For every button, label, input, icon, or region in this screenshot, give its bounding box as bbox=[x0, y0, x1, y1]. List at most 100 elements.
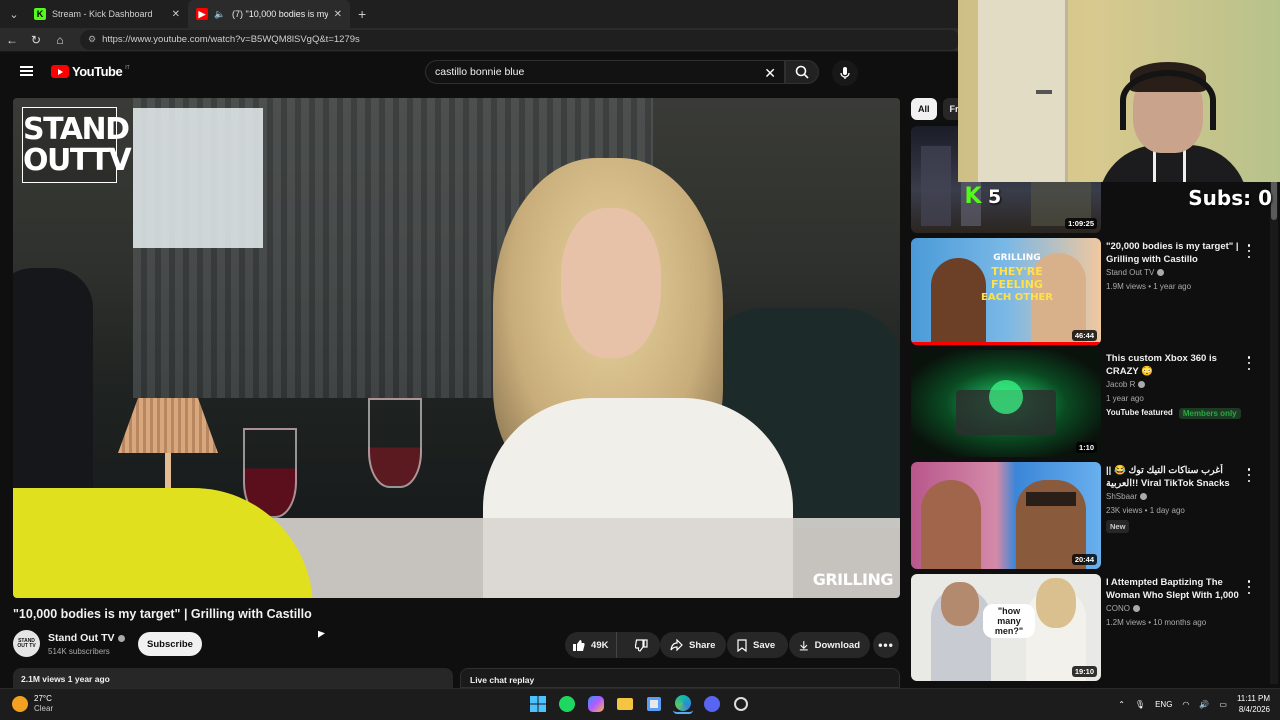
microphone-icon[interactable]: 🎙 bbox=[1135, 700, 1145, 709]
thumbs-down-icon bbox=[634, 638, 648, 652]
share-button[interactable]: Share bbox=[660, 632, 726, 658]
site-info-icon[interactable]: ⚙ bbox=[88, 34, 96, 45]
store-icon[interactable] bbox=[644, 694, 664, 714]
recommendation-title[interactable]: "20,000 bodies is my target" | Grilling … bbox=[1106, 240, 1244, 266]
recommendation-title[interactable]: || 😂 أغرب سناكات التيك توك العربية!! Vir… bbox=[1106, 464, 1244, 490]
duration-badge: 46:44 bbox=[1071, 330, 1097, 341]
close-tab-icon[interactable]: ✕ bbox=[172, 9, 180, 20]
duration-badge: 1:10 bbox=[1075, 442, 1097, 453]
more-options-icon[interactable] bbox=[1247, 244, 1251, 258]
chevron-up-icon[interactable]: ⌃ bbox=[1118, 700, 1125, 709]
home-icon[interactable]: ⌂ bbox=[48, 33, 72, 47]
recommendation-item[interactable]: GRILLING THEY'RE FEELING EACH OTHER 46:4… bbox=[911, 238, 1271, 346]
weather-widget[interactable]: 27°C Clear bbox=[12, 694, 53, 714]
description-box[interactable]: 2.1M views 1 year ago bbox=[13, 668, 453, 688]
hoodie-stripe bbox=[1153, 150, 1156, 182]
featured-label: YouTube featured bbox=[1106, 408, 1173, 417]
reload-icon[interactable]: ↻ bbox=[24, 33, 48, 47]
new-tab-icon[interactable]: + bbox=[358, 6, 366, 22]
subscriber-counter: Subs: 0 bbox=[1188, 186, 1272, 210]
app-icon[interactable] bbox=[731, 694, 751, 714]
battery-icon[interactable]: ▭ bbox=[1219, 700, 1227, 709]
weather-condition: Clear bbox=[34, 704, 54, 713]
voice-search-button[interactable] bbox=[832, 60, 858, 86]
thumbnail-text: FEELING bbox=[991, 278, 1043, 291]
tab-youtube-video[interactable]: ▶ 🔈 (7) "10,000 bodies is my target" | G… bbox=[188, 0, 350, 28]
clear-search-icon[interactable]: ✕ bbox=[764, 65, 776, 82]
taskbar-clock[interactable]: 11:11 PM 8/4/2026 bbox=[1237, 693, 1270, 715]
thumbnail-text: EACH OTHER bbox=[981, 292, 1053, 303]
discord-icon[interactable] bbox=[702, 694, 722, 714]
subscribe-button[interactable]: Subscribe bbox=[138, 632, 202, 656]
recommendation-item[interactable]: "how many men?" 19:10 I Attempted Baptiz… bbox=[911, 574, 1271, 682]
menu-icon[interactable] bbox=[20, 66, 33, 76]
youtube-logo[interactable]: YouTube IT bbox=[51, 64, 130, 79]
edge-browser-icon[interactable] bbox=[673, 694, 693, 714]
url-field[interactable]: ⚙ https://www.youtube.com/watch?v=B5WQM8… bbox=[80, 29, 960, 50]
recommendation-channel[interactable]: ShSbaar bbox=[1106, 492, 1148, 501]
channel-text: Jacob R bbox=[1106, 380, 1136, 389]
more-options-icon[interactable] bbox=[1247, 580, 1251, 594]
video-thumbnail[interactable]: 1:10 bbox=[911, 350, 1101, 457]
live-chat-replay-panel[interactable]: Live chat replay bbox=[460, 668, 900, 688]
search-button[interactable] bbox=[785, 60, 819, 84]
save-button[interactable]: Save bbox=[727, 632, 788, 658]
close-tab-icon[interactable]: ✕ bbox=[334, 9, 342, 20]
channel-name[interactable]: Stand Out TV bbox=[48, 632, 125, 644]
new-badge: New bbox=[1106, 520, 1130, 533]
channel-name-text: Stand Out TV bbox=[48, 632, 115, 644]
dislike-button[interactable] bbox=[623, 632, 660, 658]
channel-avatar[interactable]: STAND OUT TV bbox=[13, 630, 40, 657]
back-icon[interactable]: ← bbox=[0, 33, 24, 47]
show-logo-bug: GRILLING bbox=[812, 570, 894, 589]
tab-kick-dashboard[interactable]: K Stream - Kick Dashboard ✕ bbox=[26, 0, 188, 28]
speaker-icon[interactable]: 🔈 bbox=[214, 8, 226, 20]
more-actions-button[interactable]: ••• bbox=[873, 632, 899, 658]
spotify-icon[interactable] bbox=[557, 694, 577, 714]
recommendation-item[interactable]: 1:10 This custom Xbox 360 is CRAZY 😳 Jac… bbox=[911, 350, 1271, 458]
video-thumbnail[interactable]: "how many men?" 19:10 bbox=[911, 574, 1101, 681]
video-thumbnail[interactable]: GRILLING THEY'RE FEELING EACH OTHER 46:4… bbox=[911, 238, 1101, 345]
file-explorer-icon[interactable] bbox=[615, 694, 635, 714]
channel-text: ShSbaar bbox=[1106, 492, 1138, 501]
search-input[interactable]: castillo bonnie blue ✕ bbox=[425, 60, 785, 84]
country-code: IT bbox=[125, 64, 130, 71]
wifi-icon[interactable]: ◠ bbox=[1182, 700, 1189, 709]
download-button[interactable]: Download bbox=[789, 632, 870, 658]
search-icon bbox=[795, 65, 809, 79]
like-button[interactable]: 49K bbox=[565, 632, 617, 658]
kick-viewer-count: 5 bbox=[988, 186, 1002, 208]
video-thumbnail[interactable]: 20:44 bbox=[911, 462, 1101, 569]
recommendation-channel[interactable]: Jacob R bbox=[1106, 380, 1146, 389]
channel-text: Stand Out TV bbox=[1106, 268, 1155, 277]
like-count: 49K bbox=[591, 639, 609, 651]
volume-icon[interactable]: 🔊 bbox=[1199, 700, 1209, 709]
time: 11:11 PM bbox=[1236, 694, 1270, 703]
video-player[interactable]: STAND OUTTV GRILLING bbox=[13, 98, 900, 598]
save-label: Save bbox=[753, 639, 776, 651]
tab-list-chevron-icon[interactable]: ⌄ bbox=[2, 2, 26, 26]
recommendation-channel[interactable]: CONO bbox=[1106, 604, 1140, 613]
recommendation-channel[interactable]: Stand Out TV bbox=[1106, 268, 1165, 277]
duration-badge: 19:10 bbox=[1071, 666, 1097, 677]
copilot-icon[interactable] bbox=[586, 694, 606, 714]
chip-all[interactable]: All bbox=[911, 98, 937, 120]
duration-badge: 20:44 bbox=[1071, 554, 1097, 565]
recommendation-item[interactable]: 20:44 || 😂 أغرب سناكات التيك توك العربية… bbox=[911, 462, 1271, 570]
search-query: castillo bonnie blue bbox=[435, 66, 525, 78]
more-options-icon[interactable] bbox=[1247, 468, 1251, 482]
channel-text: CONO bbox=[1106, 604, 1130, 613]
address-bar-row: ← ↻ ⌂ ⚙ https://www.youtube.com/watch?v=… bbox=[0, 28, 960, 52]
recommendation-title[interactable]: I Attempted Baptizing The Woman Who Slep… bbox=[1106, 576, 1244, 603]
url-text: https://www.youtube.com/watch?v=B5WQM8lS… bbox=[102, 34, 360, 45]
recommendation-title[interactable]: This custom Xbox 360 is CRAZY 😳 bbox=[1106, 352, 1244, 378]
date: 8/4/2026 bbox=[1238, 705, 1270, 714]
windows-start-icon[interactable] bbox=[528, 694, 548, 714]
youtube-icon: ▶ bbox=[196, 8, 208, 20]
headset-icon bbox=[1120, 70, 1216, 130]
thumbs-up-icon bbox=[573, 639, 585, 651]
more-options-icon[interactable] bbox=[1247, 356, 1251, 370]
webcam-overlay bbox=[958, 0, 1280, 182]
language-indicator[interactable]: ENG bbox=[1155, 700, 1172, 709]
stream-stats-overlay: K 5 Subs: 0 bbox=[958, 182, 1280, 214]
